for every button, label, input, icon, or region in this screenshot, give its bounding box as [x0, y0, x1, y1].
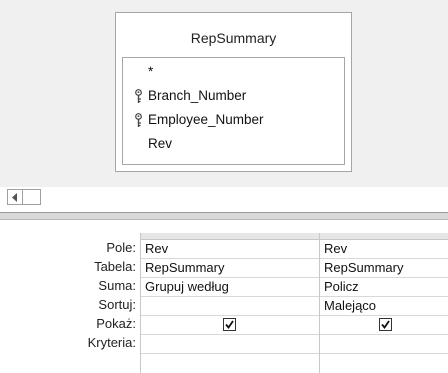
row-label-field: Pole:	[106, 240, 136, 255]
field-item-employee-number[interactable]: Employee_Number	[135, 112, 264, 127]
scroll-thumb[interactable]	[23, 189, 41, 205]
field-cell[interactable]: Rev	[320, 240, 448, 259]
checkmark-icon	[381, 320, 390, 329]
table-cell[interactable]: RepSummary	[141, 259, 319, 278]
field-item-all[interactable]: *	[148, 64, 153, 79]
field-label: Rev	[148, 136, 173, 151]
field-label: Branch_Number	[148, 88, 247, 103]
field-item-branch-number[interactable]: Branch_Number	[135, 88, 247, 103]
checkmark-icon	[225, 320, 234, 329]
show-checkbox[interactable]	[379, 318, 392, 331]
table-title[interactable]: RepSummary	[116, 30, 351, 46]
row-label-total: Suma:	[98, 278, 136, 293]
column-selector[interactable]	[320, 233, 448, 240]
field-label: *	[148, 64, 154, 79]
column-selector[interactable]	[141, 233, 319, 240]
field-list: * Branch_Number Employee_Number Rev	[122, 57, 345, 165]
scroll-left-button[interactable]	[7, 189, 23, 205]
total-cell[interactable]: Grupuj według	[141, 278, 319, 297]
pane-splitter[interactable]	[0, 212, 448, 220]
criteria-cell[interactable]	[141, 335, 319, 354]
sort-cell[interactable]: Malejąco	[320, 297, 448, 316]
show-cell	[141, 316, 319, 335]
query-design-upper-pane: RepSummary * Branch_Number Employee_Numb…	[0, 0, 448, 187]
criteria-cell[interactable]	[320, 335, 448, 354]
row-label-show: Pokaż:	[96, 316, 136, 331]
table-cell[interactable]: RepSummary	[320, 259, 448, 278]
chevron-left-icon	[12, 193, 17, 202]
row-label-sort: Sortuj:	[98, 297, 136, 312]
field-label: Employee_Number	[148, 112, 264, 127]
key-icon	[135, 113, 142, 127]
grid-column-1: Rev RepSummary Grupuj według	[140, 233, 319, 373]
total-cell[interactable]: Policz	[320, 278, 448, 297]
show-checkbox[interactable]	[223, 318, 236, 331]
horizontal-scrollbar[interactable]	[7, 189, 448, 207]
show-cell	[320, 316, 448, 335]
table-field-list-window[interactable]: RepSummary * Branch_Number Employee_Numb…	[115, 12, 352, 172]
field-item-rev[interactable]: Rev	[148, 136, 172, 151]
query-design-grid: Pole: Tabela: Suma: Sortuj: Pokaż: Kryte…	[0, 220, 448, 373]
key-icon	[135, 89, 142, 103]
sort-cell[interactable]	[141, 297, 319, 316]
row-label-table: Tabela:	[94, 259, 136, 274]
field-cell[interactable]: Rev	[141, 240, 319, 259]
grid-column-2: Rev RepSummary Policz Malejąco	[319, 233, 448, 373]
row-label-criteria: Kryteria:	[87, 335, 136, 350]
